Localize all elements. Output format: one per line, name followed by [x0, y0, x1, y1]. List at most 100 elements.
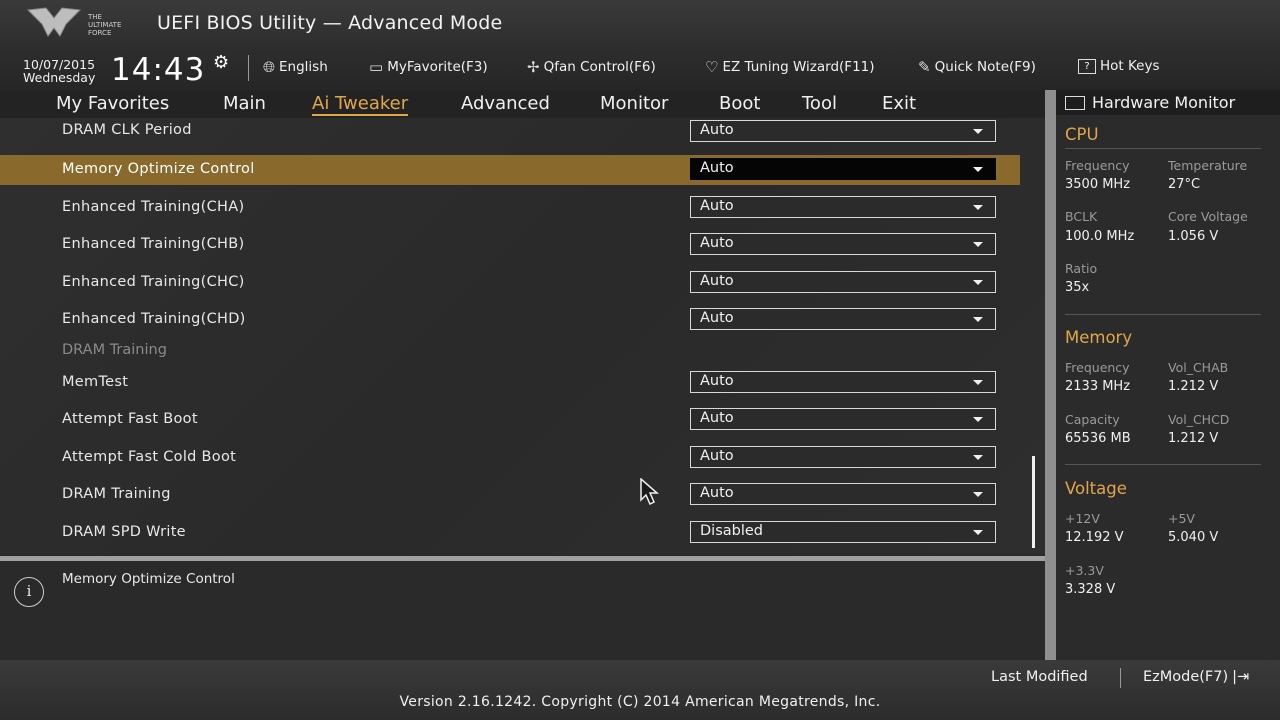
memory-heading: Memory [1065, 328, 1133, 347]
setting-row[interactable]: DRAM Training Auto [0, 480, 1020, 510]
capacity-label: Capacity [1065, 412, 1120, 427]
setting-dropdown[interactable]: Auto [690, 371, 996, 393]
setting-row[interactable]: Attempt Fast Cold Boot Auto [0, 443, 1020, 473]
dropdown-value: Auto [700, 310, 734, 326]
hardware-monitor-header: Hardware Monitor [1056, 90, 1280, 115]
setting-label: Attempt Fast Cold Boot [62, 449, 237, 465]
date-display: 10/07/2015 Wednesday [23, 58, 95, 84]
dropdown-value: Auto [700, 273, 734, 289]
dropdown-value: Auto [700, 235, 734, 251]
setting-row[interactable]: DRAM CLK Period Auto [0, 118, 1020, 148]
last-modified-button[interactable]: Last Modified [991, 669, 1088, 685]
setting-dropdown[interactable]: Auto [690, 483, 996, 505]
vol-chcd-value: 1.212 V [1168, 431, 1219, 446]
ratio-label: Ratio [1065, 261, 1098, 276]
setting-row[interactable]: MemTest Auto [0, 368, 1020, 398]
setting-dropdown[interactable]: Auto [690, 196, 996, 218]
tab-boot[interactable]: Boot [719, 93, 760, 114]
myfavorite-button[interactable]: ▭ MyFavorite(F3) [369, 58, 488, 76]
ez-tuning-button[interactable]: ♡ EZ Tuning Wizard(F11) [705, 58, 875, 76]
tab-ai-tweaker[interactable]: Ai Tweaker [312, 93, 409, 116]
dropdown-value: Auto [700, 448, 734, 464]
tab-main[interactable]: Main [223, 93, 266, 114]
cpu-temperature-label: Temperature [1168, 158, 1248, 173]
v5-label: +5V [1168, 511, 1195, 526]
v33-value: 3.328 V [1065, 582, 1116, 597]
setting-label: DRAM CLK Period [62, 122, 192, 138]
vol-chab-value: 1.212 V [1168, 379, 1219, 394]
setting-row[interactable]: Enhanced Training(CHA) Auto [0, 193, 1020, 223]
tab-advanced[interactable]: Advanced [461, 93, 550, 114]
setting-dropdown[interactable]: Auto [690, 158, 996, 180]
qfan-button[interactable]: ✢ Qfan Control(F6) [527, 58, 656, 76]
scrollbar-thumb[interactable] [1032, 456, 1035, 548]
setting-row[interactable]: Attempt Fast Boot Auto [0, 405, 1020, 435]
section-line [1065, 314, 1261, 315]
setting-dropdown[interactable]: Auto [690, 120, 996, 142]
memory-frequency-value: 2133 MHz [1065, 379, 1131, 394]
core-voltage-value: 1.056 V [1168, 229, 1219, 244]
setting-label: Enhanced Training(CHD) [62, 311, 246, 327]
hardware-monitor-panel: Hardware Monitor CPU Frequency Temperatu… [1056, 90, 1280, 660]
setting-row-selected[interactable]: Memory Optimize Control Auto [0, 155, 1020, 185]
chevron-down-icon [973, 492, 983, 497]
section-line [1065, 464, 1261, 465]
setting-row[interactable]: Enhanced Training(CHD) Auto [0, 305, 1020, 335]
chevron-down-icon [973, 455, 983, 460]
lightbulb-icon: ♡ [705, 58, 719, 76]
tab-tool[interactable]: Tool [802, 93, 837, 114]
setting-dropdown[interactable]: Auto [690, 408, 996, 430]
setting-row[interactable]: DRAM SPD Write Disabled [0, 518, 1020, 548]
cpu-frequency-label: Frequency [1065, 158, 1130, 173]
chevron-down-icon [973, 417, 983, 422]
v5-value: 5.040 V [1168, 530, 1219, 545]
tab-monitor[interactable]: Monitor [600, 93, 668, 114]
dropdown-value: Disabled [700, 523, 763, 539]
setting-dropdown[interactable]: Disabled [690, 521, 996, 543]
setting-label: DRAM SPD Write [62, 524, 186, 540]
setting-label: Attempt Fast Boot [62, 411, 198, 427]
language-label: English [279, 59, 328, 75]
setting-dropdown[interactable]: Auto [690, 271, 996, 293]
setting-dropdown[interactable]: Auto [690, 446, 996, 468]
ezmode-button[interactable]: EzMode(F7) |⇥ [1143, 669, 1249, 685]
quick-note-label: Quick Note(F9) [934, 59, 1036, 75]
settings-panel: DRAM CLK Period Auto Memory Optimize Con… [0, 118, 1045, 554]
tab-exit[interactable]: Exit [882, 93, 916, 114]
voltage-heading: Voltage [1065, 479, 1127, 498]
header-separator [248, 55, 249, 81]
setting-dropdown[interactable]: Auto [690, 233, 996, 255]
top-header: THE ULTIMATE FORCE UEFI BIOS Utility — A… [0, 0, 1280, 90]
vol-chcd-label: Vol_CHCD [1168, 412, 1230, 427]
myfavorite-label: MyFavorite(F3) [387, 59, 488, 75]
chevron-down-icon [973, 317, 983, 322]
setting-row[interactable]: Enhanced Training(CHC) Auto [0, 268, 1020, 298]
fan-icon: ✢ [527, 58, 540, 76]
panel-separator [1045, 90, 1056, 660]
hardware-monitor-title: Hardware Monitor [1092, 93, 1236, 112]
tab-my-favorites[interactable]: My Favorites [56, 93, 169, 114]
gear-icon[interactable]: ⚙ [213, 52, 229, 73]
weekday-text: Wednesday [23, 70, 96, 85]
chevron-down-icon [973, 129, 983, 134]
chevron-down-icon [973, 205, 983, 210]
hot-keys-button[interactable]: ? Hot Keys [1078, 58, 1160, 74]
dropdown-value: Auto [700, 198, 734, 214]
svg-text:FORCE: FORCE [88, 29, 111, 37]
quick-note-button[interactable]: ✎ Quick Note(F9) [918, 58, 1036, 76]
section-subheading: DRAM Training [62, 342, 167, 358]
setting-label: Enhanced Training(CHC) [62, 274, 245, 290]
tuf-logo: THE ULTIMATE FORCE [26, 7, 121, 37]
ratio-value: 35x [1065, 280, 1090, 295]
setting-label: DRAM Training [62, 486, 171, 502]
hot-keys-label: Hot Keys [1100, 58, 1160, 74]
cpu-heading: CPU [1065, 125, 1099, 144]
setting-dropdown[interactable]: Auto [690, 308, 996, 330]
setting-row[interactable]: Enhanced Training(CHB) Auto [0, 230, 1020, 260]
dropdown-value: Auto [700, 373, 734, 389]
setting-label: Memory Optimize Control [62, 161, 255, 177]
bclk-value: 100.0 MHz [1065, 229, 1135, 244]
language-button[interactable]: 🌐︎ English [263, 58, 328, 76]
version-text: Version 2.16.1242. Copyright (C) 2014 Am… [399, 694, 881, 710]
setting-label: Enhanced Training(CHA) [62, 199, 245, 215]
